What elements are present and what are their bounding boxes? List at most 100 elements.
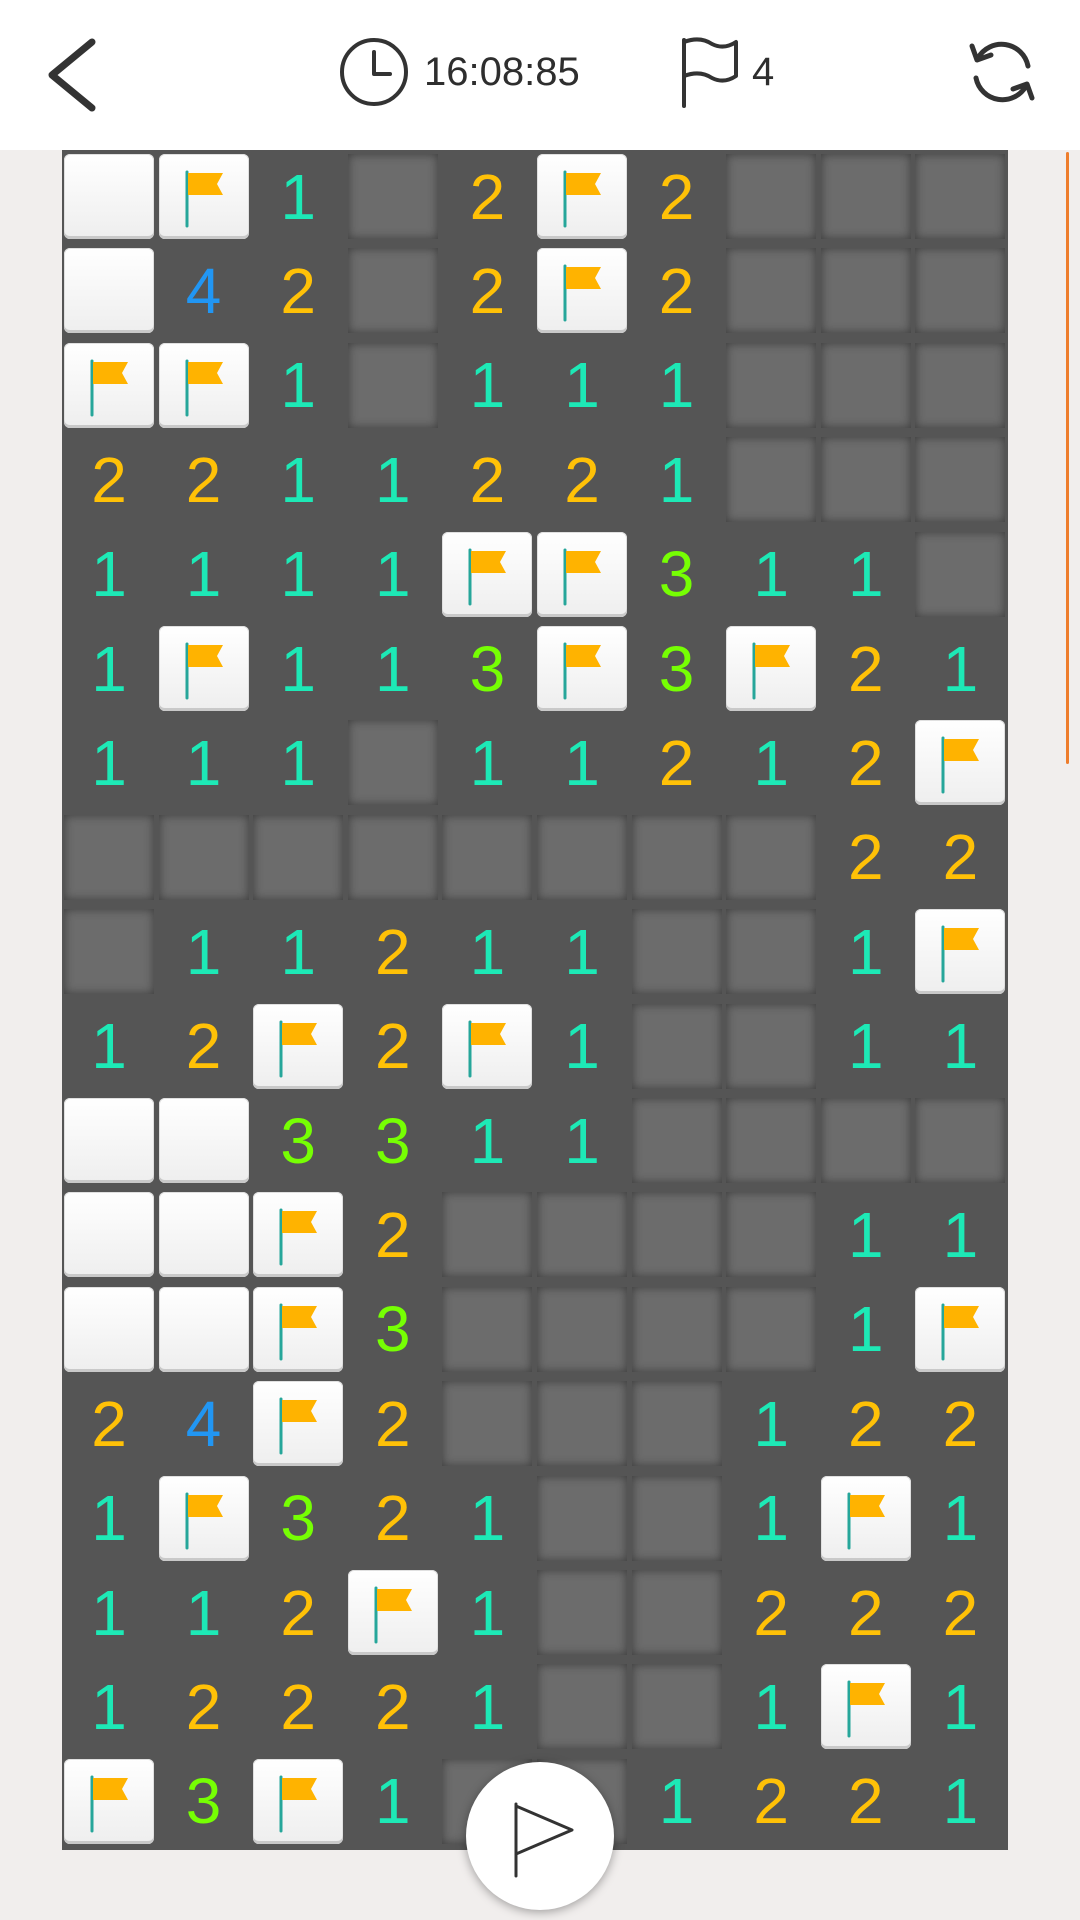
cell-number[interactable]: 2 <box>821 1570 911 1655</box>
cell-flagged[interactable] <box>820 1664 911 1750</box>
cell-empty[interactable] <box>64 1098 154 1183</box>
cell-unrevealed[interactable] <box>631 1664 722 1750</box>
cell-number[interactable]: 1 <box>915 1192 1005 1277</box>
cell-unrevealed[interactable] <box>347 342 438 428</box>
cell-flagged[interactable] <box>726 626 817 711</box>
cell-number[interactable]: 1 <box>821 532 911 617</box>
cell-number[interactable]: 1 <box>537 1098 627 1183</box>
cell-unrevealed[interactable] <box>726 814 817 900</box>
cell-number[interactable]: 2 <box>821 1759 911 1844</box>
cell-number[interactable]: 2 <box>632 720 722 805</box>
cell-unrevealed[interactable] <box>537 1664 627 1750</box>
cell-flagged[interactable] <box>915 909 1006 995</box>
cell-unrevealed[interactable] <box>253 814 344 900</box>
cell-number[interactable]: 2 <box>821 815 911 900</box>
cell-number[interactable]: 1 <box>253 154 343 239</box>
cell-number[interactable]: 2 <box>159 1004 249 1089</box>
cell-unrevealed[interactable] <box>726 437 817 523</box>
cell-number[interactable]: 1 <box>64 532 154 617</box>
cell-number[interactable]: 2 <box>253 1664 343 1749</box>
cell-number[interactable]: 1 <box>442 909 532 994</box>
cell-number[interactable]: 2 <box>159 1664 249 1749</box>
cell-flagged[interactable] <box>537 154 627 239</box>
cell-unrevealed[interactable] <box>631 1286 722 1372</box>
cell-number[interactable]: 1 <box>64 626 154 711</box>
cell-number[interactable]: 1 <box>821 1004 911 1089</box>
cell-empty[interactable] <box>158 1286 249 1372</box>
cell-number[interactable]: 2 <box>64 437 154 522</box>
cell-unrevealed[interactable] <box>915 437 1006 523</box>
cell-number[interactable]: 1 <box>442 343 532 428</box>
cell-number[interactable]: 1 <box>253 909 343 994</box>
cell-unrevealed[interactable] <box>347 154 438 239</box>
cell-number[interactable]: 3 <box>632 532 722 617</box>
cell-unrevealed[interactable] <box>820 154 911 239</box>
back-button[interactable] <box>40 30 110 120</box>
cell-number[interactable]: 3 <box>442 626 532 711</box>
cell-number[interactable]: 1 <box>64 1476 154 1561</box>
cell-unrevealed[interactable] <box>726 909 817 995</box>
cell-flagged[interactable] <box>253 1286 344 1372</box>
cell-number[interactable]: 2 <box>821 1381 911 1466</box>
cell-number[interactable]: 2 <box>64 1381 154 1466</box>
cell-number[interactable]: 1 <box>64 1004 154 1089</box>
cell-number[interactable]: 2 <box>915 1570 1005 1655</box>
cell-unrevealed[interactable] <box>537 814 627 900</box>
cell-flagged[interactable] <box>537 626 627 711</box>
cell-number[interactable]: 1 <box>442 1098 532 1183</box>
cell-unrevealed[interactable] <box>915 531 1006 617</box>
cell-flagged[interactable] <box>253 1192 344 1278</box>
cell-flagged[interactable] <box>253 1381 344 1467</box>
cell-flagged[interactable] <box>158 1475 249 1561</box>
cell-number[interactable]: 1 <box>821 909 911 994</box>
cell-number[interactable]: 1 <box>537 909 627 994</box>
cell-flagged[interactable] <box>537 248 627 334</box>
cell-unrevealed[interactable] <box>442 1286 533 1372</box>
cell-flagged[interactable] <box>442 1003 533 1089</box>
cell-number[interactable]: 1 <box>159 720 249 805</box>
cell-flagged[interactable] <box>915 720 1006 806</box>
cell-number[interactable]: 2 <box>915 815 1005 900</box>
cell-number[interactable]: 2 <box>348 1476 438 1561</box>
cell-number[interactable]: 3 <box>159 1759 249 1844</box>
cell-number[interactable]: 2 <box>915 1381 1005 1466</box>
cell-empty[interactable] <box>158 1192 249 1278</box>
cell-unrevealed[interactable] <box>631 909 722 995</box>
cell-unrevealed[interactable] <box>631 1381 722 1467</box>
cell-unrevealed[interactable] <box>915 342 1006 428</box>
cell-flagged[interactable] <box>158 342 249 428</box>
cell-flagged[interactable] <box>253 1003 344 1089</box>
cell-number[interactable]: 2 <box>159 437 249 522</box>
cell-flagged[interactable] <box>158 626 249 711</box>
cell-number[interactable]: 1 <box>537 343 627 428</box>
cell-unrevealed[interactable] <box>158 814 249 900</box>
cell-number[interactable]: 2 <box>537 437 627 522</box>
cell-empty[interactable] <box>64 154 154 239</box>
cell-number[interactable]: 1 <box>253 343 343 428</box>
cell-number[interactable]: 1 <box>632 1759 722 1844</box>
cell-number[interactable]: 2 <box>821 720 911 805</box>
cell-number[interactable]: 1 <box>348 437 438 522</box>
cell-number[interactable]: 3 <box>348 1098 438 1183</box>
cell-number[interactable]: 3 <box>632 626 722 711</box>
cell-unrevealed[interactable] <box>347 814 438 900</box>
cell-unrevealed[interactable] <box>915 154 1006 239</box>
cell-unrevealed[interactable] <box>726 1286 817 1372</box>
cell-number[interactable]: 2 <box>348 909 438 994</box>
cell-number[interactable]: 1 <box>726 720 816 805</box>
cell-number[interactable]: 2 <box>348 1381 438 1466</box>
cell-unrevealed[interactable] <box>631 1098 722 1183</box>
cell-flagged[interactable] <box>64 342 154 428</box>
cell-unrevealed[interactable] <box>537 1381 627 1467</box>
cell-number[interactable]: 3 <box>348 1287 438 1372</box>
cell-number[interactable]: 1 <box>348 626 438 711</box>
cell-flagged[interactable] <box>537 531 627 617</box>
cell-number[interactable]: 1 <box>821 1287 911 1372</box>
cell-number[interactable]: 1 <box>632 343 722 428</box>
cell-unrevealed[interactable] <box>820 248 911 334</box>
cell-number[interactable]: 1 <box>348 1759 438 1844</box>
cell-number[interactable]: 1 <box>915 626 1005 711</box>
cell-number[interactable]: 4 <box>159 1381 249 1466</box>
cell-number[interactable]: 2 <box>632 154 722 239</box>
cell-empty[interactable] <box>64 248 154 334</box>
